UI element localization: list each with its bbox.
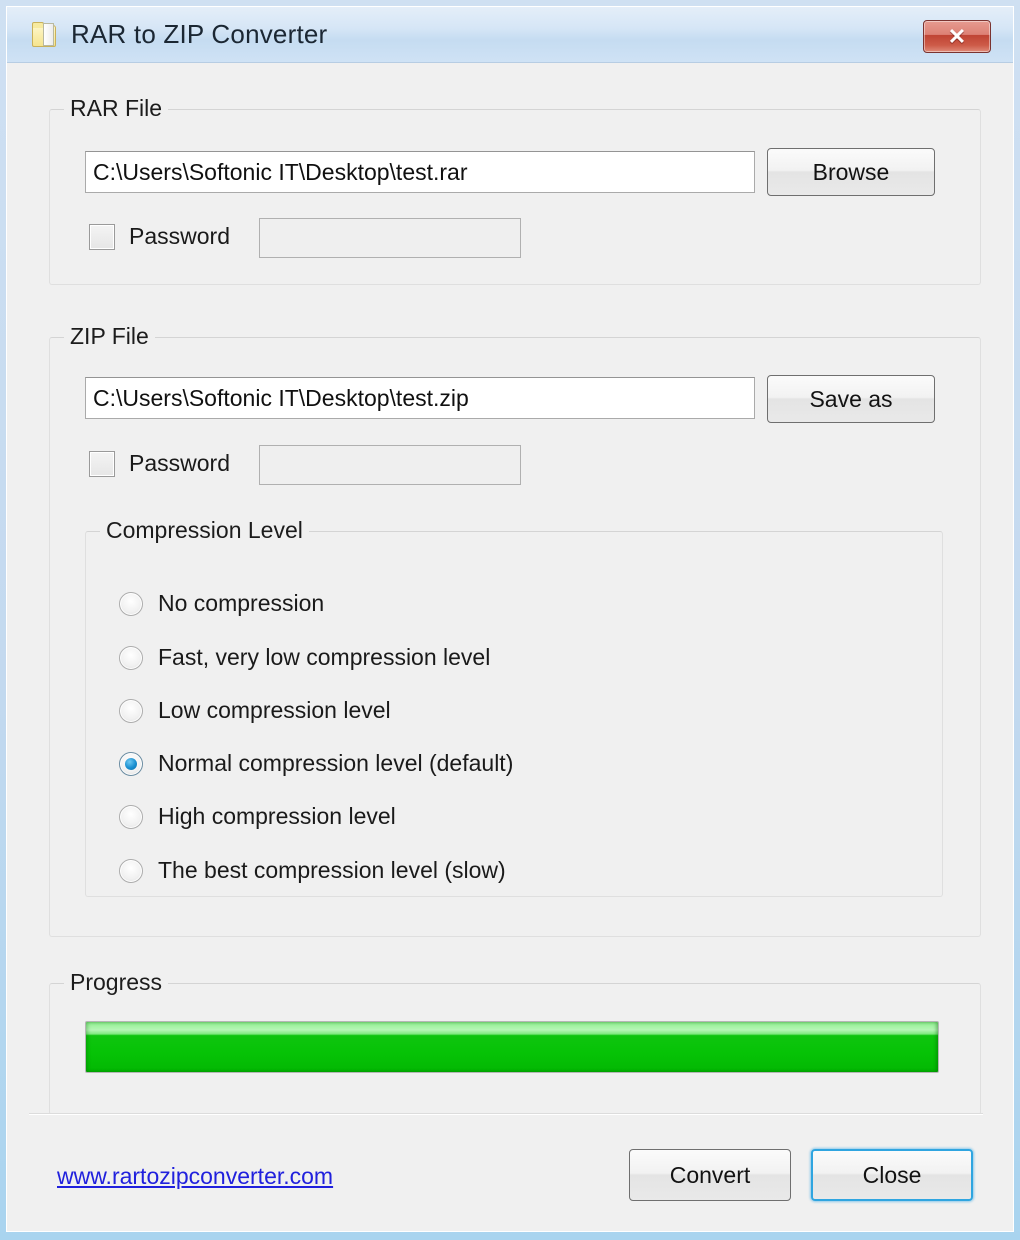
radio-best-slow-control[interactable] — [119, 858, 143, 883]
footer-divider — [29, 1113, 983, 1115]
radio-no-compression-control[interactable] — [119, 591, 143, 616]
browse-button-label: Browse — [812, 158, 890, 185]
radio-fast-very-low-label: Fast, very low compression level — [158, 644, 491, 670]
zip-password-checkbox[interactable] — [89, 450, 115, 477]
compression-level-group-label: Compression Level — [100, 517, 309, 544]
save-as-button[interactable]: Save as — [767, 375, 935, 423]
rar-password-checkbox[interactable] — [89, 223, 115, 250]
zip-password-checkbox-row[interactable]: Password — [89, 450, 230, 477]
rar-file-group-label: RAR File — [64, 95, 169, 122]
radio-no-compression[interactable]: No compression — [119, 590, 324, 617]
convert-button-label: Convert — [669, 1161, 751, 1188]
radio-normal-default-label: Normal compression level (default) — [158, 750, 514, 776]
title-bar: RAR to ZIP Converter ✕ — [7, 7, 1013, 63]
dialog-body: RAR File C:\Users\Softonic IT\Desktop\te… — [7, 63, 1013, 1230]
window-inner-frame: RAR to ZIP Converter ✕ RAR File C:\Users… — [6, 6, 1014, 1232]
rar-password-input[interactable] — [259, 218, 521, 258]
window-title: RAR to ZIP Converter — [71, 19, 328, 49]
radio-fast-very-low[interactable]: Fast, very low compression level — [119, 644, 490, 671]
save-as-button-label: Save as — [809, 385, 893, 412]
close-dialog-button-label: Close — [862, 1161, 922, 1188]
radio-no-compression-label: No compression — [158, 590, 325, 616]
radio-best-slow-label: The best compression level (slow) — [158, 857, 506, 883]
website-link[interactable]: www.rartozipconverter.com — [57, 1163, 333, 1190]
progress-bar — [85, 1021, 939, 1073]
rar-file-group: RAR File — [49, 95, 981, 285]
browse-button[interactable]: Browse — [767, 148, 935, 196]
zip-path-input[interactable]: C:\Users\Softonic IT\Desktop\test.zip — [85, 377, 755, 419]
radio-normal-default[interactable]: Normal compression level (default) — [119, 750, 513, 777]
radio-high-label: High compression level — [158, 803, 396, 829]
close-icon: ✕ — [947, 23, 967, 49]
window-close-button[interactable]: ✕ — [923, 20, 991, 53]
zip-password-input[interactable] — [259, 445, 521, 485]
folder-icon — [31, 21, 57, 49]
radio-normal-default-control[interactable] — [119, 751, 143, 776]
radio-fast-very-low-control[interactable] — [119, 645, 143, 670]
application-window: RAR to ZIP Converter ✕ RAR File C:\Users… — [0, 0, 1020, 1240]
radio-low[interactable]: Low compression level — [119, 697, 391, 724]
zip-file-group-label: ZIP File — [64, 323, 155, 350]
rar-password-checkbox-row[interactable]: Password — [89, 223, 230, 250]
radio-best-slow[interactable]: The best compression level (slow) — [119, 857, 506, 884]
radio-low-label: Low compression level — [158, 697, 391, 723]
convert-button[interactable]: Convert — [629, 1149, 791, 1201]
radio-high-control[interactable] — [119, 804, 143, 829]
progress-bar-fill — [86, 1022, 938, 1072]
radio-low-control[interactable] — [119, 698, 143, 723]
close-dialog-button[interactable]: Close — [811, 1149, 973, 1201]
zip-password-label: Password — [129, 450, 230, 476]
rar-password-label: Password — [129, 223, 230, 249]
progress-group-label: Progress — [64, 969, 169, 996]
rar-path-input[interactable]: C:\Users\Softonic IT\Desktop\test.rar — [85, 151, 755, 193]
radio-high[interactable]: High compression level — [119, 803, 396, 830]
